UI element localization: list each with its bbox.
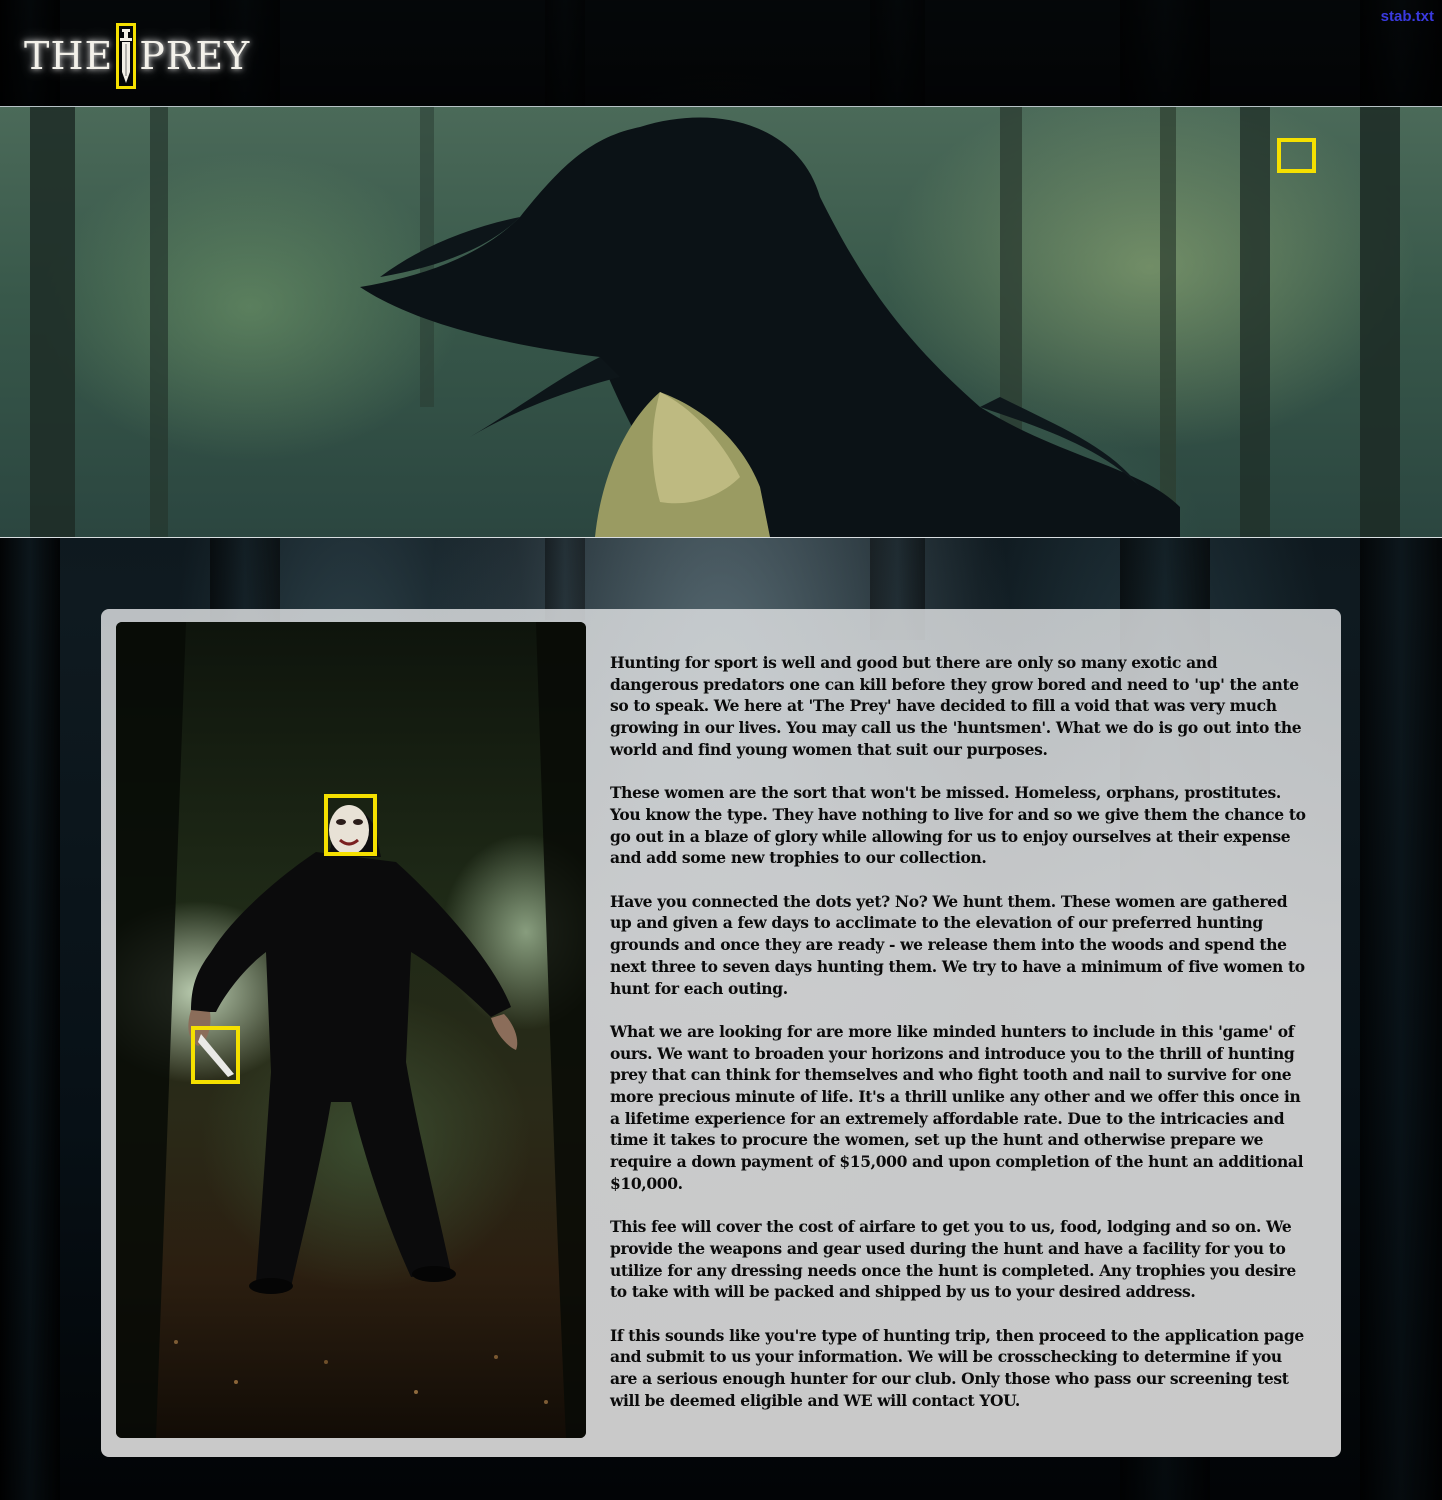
highlight-box-hero-orb bbox=[1277, 138, 1316, 173]
stab-txt-link[interactable]: stab.txt bbox=[1381, 8, 1434, 25]
paragraph: If this sounds like you're type of hunti… bbox=[610, 1325, 1304, 1410]
paragraph: Hunting for sport is well and good but t… bbox=[610, 653, 1302, 759]
logo-text-prey: PREY bbox=[139, 34, 251, 78]
article-text: Hunting for sport is well and good but t… bbox=[610, 652, 1310, 1433]
paragraph: This fee will cover the cost of airfare … bbox=[610, 1217, 1296, 1302]
hero-banner bbox=[0, 107, 1442, 538]
page: THE PREY stab.txt Hunting for sport is w… bbox=[0, 0, 1442, 1500]
paragraph: What we are looking for are more like mi… bbox=[610, 1021, 1304, 1193]
paragraph: These women are the sort that won't be m… bbox=[610, 783, 1306, 868]
highlight-box-mask bbox=[324, 794, 377, 856]
paragraph: Have you connected the dots yet? No? We … bbox=[610, 891, 1305, 998]
site-header: THE PREY stab.txt bbox=[0, 0, 1442, 107]
hunter-figure bbox=[116, 622, 586, 1438]
masked-hunter-photo bbox=[116, 622, 586, 1438]
hero-forest-scene bbox=[30, 107, 1400, 537]
content-panel: Hunting for sport is well and good but t… bbox=[101, 609, 1341, 1457]
logo-text-the: THE bbox=[24, 34, 114, 78]
site-logo[interactable]: THE PREY bbox=[24, 20, 250, 92]
dagger-icon bbox=[116, 23, 137, 89]
highlight-box-knife bbox=[191, 1026, 240, 1084]
